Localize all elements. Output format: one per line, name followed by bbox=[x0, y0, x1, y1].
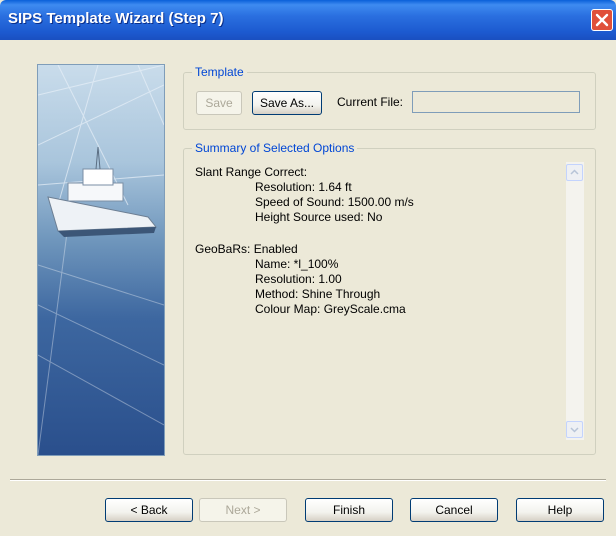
close-button[interactable] bbox=[591, 9, 613, 31]
next-button[interactable]: Next > bbox=[199, 498, 287, 522]
footer-divider bbox=[10, 479, 606, 481]
summary-line: Name: *l_100% bbox=[255, 257, 339, 271]
chevron-down-icon bbox=[570, 427, 579, 433]
wizard-side-image bbox=[37, 64, 165, 456]
summary-line: Height Source used: No bbox=[255, 210, 383, 224]
summary-line: GeoBaRs: Enabled bbox=[195, 242, 298, 256]
summary-line: Resolution: 1.64 ft bbox=[255, 180, 352, 194]
current-file-label: Current File: bbox=[337, 95, 404, 109]
summary-text-area[interactable]: Slant Range Correct: Resolution: 1.64 ft… bbox=[190, 157, 588, 442]
template-legend: Template bbox=[192, 65, 247, 79]
finish-button[interactable]: Finish bbox=[305, 498, 393, 522]
current-file-field[interactable] bbox=[412, 91, 580, 113]
ship-icon bbox=[47, 146, 158, 237]
chevron-up-icon bbox=[570, 169, 579, 175]
summary-legend: Summary of Selected Options bbox=[192, 141, 358, 155]
window-title: SIPS Template Wizard (Step 7) bbox=[8, 10, 224, 27]
close-icon bbox=[595, 13, 609, 27]
help-button[interactable]: Help bbox=[516, 498, 604, 522]
summary-scrollbar[interactable] bbox=[566, 162, 584, 440]
summary-line: Resolution: 1.00 bbox=[255, 272, 342, 286]
summary-line: Method: Shine Through bbox=[255, 287, 381, 301]
scroll-up-button[interactable] bbox=[566, 164, 583, 181]
summary-line: Speed of Sound: 1500.00 m/s bbox=[255, 195, 414, 209]
back-button[interactable]: < Back bbox=[105, 498, 193, 522]
title-bar: SIPS Template Wizard (Step 7) bbox=[0, 0, 616, 40]
summary-line: Slant Range Correct: bbox=[195, 165, 308, 179]
scroll-down-button[interactable] bbox=[566, 421, 583, 438]
save-as-button[interactable]: Save As... bbox=[252, 91, 322, 115]
cancel-button[interactable]: Cancel bbox=[410, 498, 498, 522]
summary-line: Colour Map: GreyScale.cma bbox=[255, 302, 406, 316]
save-button[interactable]: Save bbox=[196, 91, 242, 115]
